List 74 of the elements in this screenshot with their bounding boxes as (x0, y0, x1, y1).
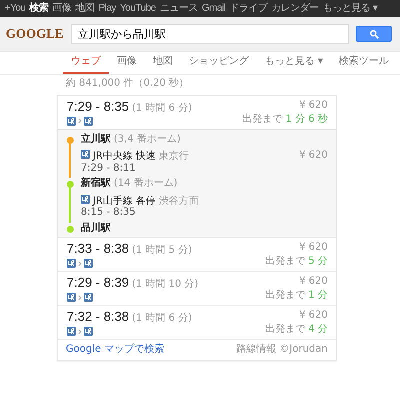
route-fare: ¥ 620 (299, 310, 328, 322)
departure-label: 出発まで (242, 114, 283, 125)
chevron-icon (78, 118, 82, 124)
train-direction: 渋谷方面 (159, 196, 200, 208)
search-tab[interactable]: もっと見る ▾ (257, 52, 332, 74)
top-bar-link[interactable]: 検索 (28, 2, 51, 14)
station-name: 立川駅 (81, 134, 111, 146)
top-bar-link[interactable]: +You (3, 2, 28, 14)
search-tab[interactable]: ウェブ (63, 52, 109, 74)
route-row[interactable]: 7:33 - 8:38 (1 時間 5 分) ¥ 620 出発まで 5 分 (58, 238, 336, 272)
credit-text: 路線情報 ©Jorudan (236, 344, 328, 356)
maps-search-link[interactable]: Google マップで検索 (66, 344, 164, 356)
train-line-icon (84, 293, 93, 302)
search-field[interactable]: 立川駅から品川駅 (70, 24, 349, 44)
top-bar-link[interactable]: もっと見る ▾ (321, 2, 380, 14)
search-tab[interactable]: 画像 (109, 52, 145, 74)
route-fare: ¥ 620 (299, 276, 328, 288)
top-bar-link[interactable]: 地図 (74, 2, 97, 14)
train-direction: 東京行 (159, 151, 190, 163)
train-line-icon (67, 116, 76, 126)
top-bar-link[interactable]: ドライブ (228, 2, 270, 14)
train-line-icon (84, 327, 93, 336)
route-row[interactable]: 7:32 - 8:38 (1 時間 6 分) ¥ 620 出発まで 4 分 (58, 306, 336, 340)
leg-fare: ¥ 620 (299, 150, 328, 164)
result-count: 約 841,000 件（0.20 秒） (65, 76, 190, 91)
departure-label: 出発まで (265, 256, 306, 268)
departure-label: 出発まで (265, 324, 306, 336)
route-times: 7:33 - 8:38 (67, 242, 130, 258)
train-line-icon (67, 293, 76, 302)
train-line-icon (67, 259, 76, 268)
departure-label: 出発まで (265, 290, 306, 302)
route-row[interactable]: 7:29 - 8:39 (1 時間 10 分) ¥ 620 出発まで 1 分 (58, 272, 336, 306)
chevron-icon (78, 260, 82, 267)
route-times: 7:32 - 8:38 (67, 310, 130, 326)
chevron-icon (78, 328, 82, 335)
top-bar-link[interactable]: ニュース (158, 2, 200, 14)
chevron-icon (78, 294, 82, 301)
top-bar-link[interactable]: 画像 (50, 2, 74, 14)
search-icon (370, 30, 378, 38)
platform-label: (14 番ホーム) (114, 178, 178, 190)
search-tab[interactable]: 検索ツール (331, 52, 398, 74)
top-bar-link[interactable]: カレンダー (270, 2, 322, 14)
train-line-icon (84, 116, 93, 126)
departure-countdown: 1 分 (308, 290, 328, 302)
search-tab[interactable]: ショッピング (181, 52, 257, 74)
departure-countdown: 1 分 6 秒 (286, 114, 328, 125)
leg-times: 7:29 - 8:11 (81, 162, 137, 174)
route-row[interactable]: 7:29 - 8:35 (1 時間 6 分) ¥ 620 出発まで 1 分 6 秒 (58, 96, 336, 129)
train-line-name: JR中央線 快速 (93, 151, 156, 163)
route-times: 7:29 - 8:39 (67, 276, 130, 292)
train-line-icon (67, 327, 76, 336)
search-button[interactable] (356, 26, 392, 42)
route-duration: (1 時間 6 分) (132, 103, 192, 114)
route-duration: (1 時間 6 分) (132, 313, 192, 325)
train-line-icon (81, 150, 90, 160)
train-line-icon (84, 259, 93, 268)
station-name: 新宿駅 (81, 178, 111, 190)
top-bar-link[interactable]: Gmail (200, 2, 228, 14)
departure-countdown: 4 分 (308, 324, 328, 336)
route-fare: ¥ 620 (299, 242, 328, 254)
route-duration: (1 時間 10 分) (132, 279, 199, 291)
route-duration: (1 時間 5 分) (132, 245, 192, 257)
leg-times: 8:15 - 8:35 (81, 207, 137, 219)
route-fare: ¥ 620 (299, 100, 328, 112)
train-line-icon (81, 194, 90, 204)
search-tab[interactable]: 地図 (145, 52, 181, 74)
route-times: 7:29 - 8:35 (67, 100, 130, 115)
top-bar-link[interactable]: YouTube (118, 2, 158, 14)
logo[interactable]: GOOGLE (6, 26, 64, 42)
platform-label: (3,4 番ホーム) (114, 134, 181, 146)
station-name: 品川駅 (81, 222, 111, 234)
departure-countdown: 5 分 (308, 256, 328, 268)
top-bar-link[interactable]: Play (96, 2, 118, 14)
train-line-name: JR山手線 各停 (93, 196, 156, 208)
